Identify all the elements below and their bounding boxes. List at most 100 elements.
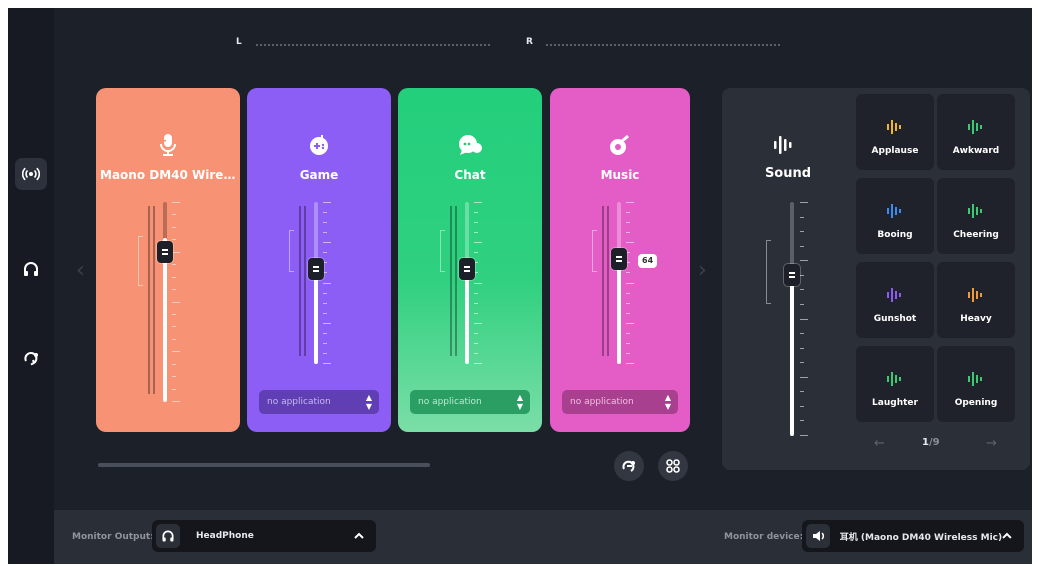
volume-tick xyxy=(172,389,176,390)
sound-wave-icon xyxy=(887,120,901,134)
volume-tick xyxy=(474,232,478,233)
volume-tick xyxy=(626,242,634,243)
volume-tick xyxy=(474,333,478,334)
volume-tick xyxy=(800,217,804,218)
sound-effect-gunshot[interactable]: Gunshot xyxy=(856,262,934,338)
volume-tick xyxy=(172,227,176,228)
volume-tick xyxy=(626,272,630,273)
volume-slider-handle[interactable] xyxy=(459,258,475,280)
channel-card-chat: Chat no application ▲ ▼ xyxy=(398,88,542,432)
volume-tick xyxy=(800,333,804,334)
music-note-icon xyxy=(607,132,633,158)
volume-tick xyxy=(323,303,327,304)
left-sidebar xyxy=(8,8,54,564)
channel-card-music: Music 64 no application ▲ ▼ xyxy=(550,88,690,432)
volume-tick xyxy=(800,231,804,232)
volume-ticks xyxy=(474,202,482,364)
volume-tick xyxy=(172,339,176,340)
volume-tick xyxy=(323,323,331,324)
sound-wave-icon xyxy=(887,372,901,386)
volume-tick xyxy=(172,202,180,203)
headphone-icon xyxy=(156,524,180,548)
volume-slider-handle[interactable] xyxy=(157,241,173,263)
sound-effect-heavy[interactable]: Heavy xyxy=(937,262,1015,338)
volume-tick xyxy=(474,343,478,344)
volume-tick xyxy=(474,303,478,304)
volume-ticks xyxy=(172,202,180,402)
volume-track[interactable] xyxy=(314,202,318,364)
balance-right-dots xyxy=(546,44,780,46)
volume-tick xyxy=(172,401,180,402)
sound-effect-booing[interactable]: Booing xyxy=(856,178,934,254)
volume-tick xyxy=(800,304,804,305)
sound-wave-icon xyxy=(968,288,982,302)
volume-tick xyxy=(800,289,804,290)
monitor-output-select[interactable]: HeadPhone xyxy=(152,520,376,552)
prev-page-icon[interactable]: ← xyxy=(874,436,885,451)
microphone-icon xyxy=(155,132,181,158)
volume-tick xyxy=(800,435,808,436)
volume-tick xyxy=(800,377,808,378)
footer-bar: Monitor Output: HeadPhone Monitor device… xyxy=(54,510,1032,564)
volume-tick xyxy=(323,252,327,253)
sidebar-item-monitor[interactable] xyxy=(15,253,47,285)
channel-name: Chat xyxy=(454,168,486,182)
pagination: ← 1/9 → xyxy=(862,434,1012,454)
range-bracket xyxy=(766,240,771,304)
app-select[interactable]: no application ▲ ▼ xyxy=(259,390,379,414)
volume-value-badge: 64 xyxy=(638,254,658,268)
loopback-button[interactable] xyxy=(614,451,644,481)
sound-effect-laughter[interactable]: Laughter xyxy=(856,346,934,422)
channel-name: Music xyxy=(600,168,640,182)
sound-wave-icon xyxy=(887,204,901,218)
chevron-up-icon xyxy=(354,532,364,539)
volume-tick xyxy=(800,420,804,421)
loop-link-icon xyxy=(622,460,635,472)
range-bracket xyxy=(289,230,294,272)
sidebar-item-loopback[interactable] xyxy=(15,342,47,374)
level-meter-left xyxy=(148,206,150,394)
next-page-icon[interactable]: → xyxy=(986,436,997,451)
sound-effect-label: Gunshot xyxy=(873,314,917,324)
volume-tick xyxy=(172,277,176,278)
volume-tick xyxy=(626,353,630,354)
chevron-left-icon[interactable]: ‹ xyxy=(76,258,85,283)
select-caret-icon: ▲ ▼ xyxy=(516,393,523,411)
volume-tick xyxy=(800,362,804,363)
volume-tick xyxy=(172,376,176,377)
sound-effect-applause[interactable]: Applause xyxy=(856,94,934,170)
sound-effect-label: Opening xyxy=(954,398,998,408)
grid-view-button[interactable] xyxy=(658,451,688,481)
sound-effect-label: Awkward xyxy=(952,146,1000,156)
volume-tick xyxy=(323,363,331,364)
volume-track[interactable] xyxy=(163,202,167,402)
level-meter-left xyxy=(602,206,604,356)
volume-tick xyxy=(800,319,808,320)
app-select[interactable]: no application ▲ ▼ xyxy=(410,390,530,414)
volume-tick xyxy=(323,212,327,213)
sound-effect-cheering[interactable]: Cheering xyxy=(937,178,1015,254)
app-select[interactable]: no application ▲ ▼ xyxy=(562,390,678,414)
sound-effect-label: Cheering xyxy=(953,230,999,240)
volume-track[interactable] xyxy=(617,202,621,364)
horizontal-scrollbar[interactable] xyxy=(98,463,430,467)
sidebar-item-mixer[interactable] xyxy=(15,158,47,190)
volume-slider-handle[interactable] xyxy=(308,258,324,280)
volume-tick xyxy=(626,343,630,344)
sound-wave-icon xyxy=(774,136,792,154)
level-meter-left xyxy=(299,206,301,356)
balance-left-dots xyxy=(256,44,490,46)
volume-slider-handle[interactable] xyxy=(611,248,627,270)
sound-effect-awkward[interactable]: Awkward xyxy=(937,94,1015,170)
monitor-device-value: 耳机 (Maono DM40 Wireless Mic) xyxy=(839,532,1003,543)
volume-tick xyxy=(626,333,630,334)
chevron-right-icon[interactable]: › xyxy=(698,258,707,283)
sound-effect-opening[interactable]: Opening xyxy=(937,346,1015,422)
volume-track[interactable] xyxy=(465,202,469,364)
app-select-value: no application xyxy=(418,397,482,407)
chevron-up-icon xyxy=(1002,532,1012,539)
sound-volume-track[interactable] xyxy=(790,202,794,436)
monitor-device-select[interactable]: 耳机 (Maono DM40 Wireless Mic) xyxy=(802,520,1024,552)
sound-wave-icon xyxy=(968,372,982,386)
sound-volume-handle[interactable] xyxy=(784,264,800,286)
